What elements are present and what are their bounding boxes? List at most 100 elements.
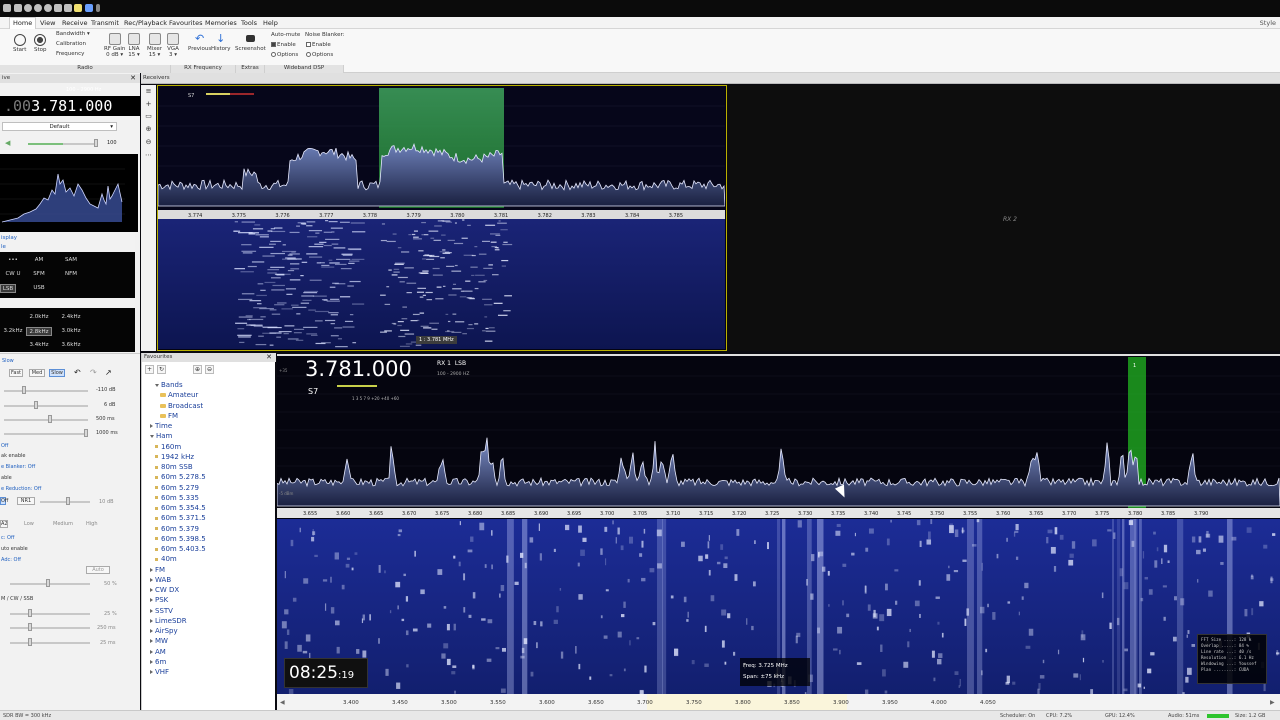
bw-button[interactable]: 3.2kHz: [0, 327, 26, 336]
favourite-item[interactable]: 60m 5.403.5: [155, 545, 206, 553]
redo-icon[interactable]: ↷: [90, 368, 97, 377]
stop-icon[interactable]: [44, 4, 52, 12]
agc-med-button[interactable]: Med: [29, 369, 45, 377]
mode-sam-button[interactable]: SAM: [58, 256, 84, 265]
noise-blanker-checkbox[interactable]: [306, 42, 311, 47]
agc-threshold-slider[interactable]: [4, 390, 88, 392]
undo-icon[interactable]: [85, 4, 93, 12]
main-spectrum-panel[interactable]: 3.655 3.660 3.665 3.670 3.675 3.680 3.685 3.690…: [277, 354, 1280, 696]
menu-memories[interactable]: Memories: [205, 19, 237, 27]
screenshot-button[interactable]: Screenshot: [235, 33, 266, 52]
bw-button[interactable]: 3.6kHz: [58, 341, 84, 350]
scroll-left-icon[interactable]: ◀: [280, 699, 285, 706]
favourite-item[interactable]: 60m 5.398.5: [155, 535, 206, 543]
zoom-out-icon[interactable]: ⊖: [144, 138, 153, 147]
peak-enable[interactable]: ak enable: [1, 453, 26, 459]
add-icon[interactable]: +: [144, 100, 153, 109]
slider-knob[interactable]: [28, 623, 32, 631]
frequency-display[interactable]: .003.781.000: [0, 96, 140, 116]
favourite-item[interactable]: 60m 5.335: [155, 494, 199, 502]
filter-delay-slider[interactable]: [10, 642, 90, 644]
agc-slow-button[interactable]: Slow: [49, 369, 65, 377]
scroll-right-icon[interactable]: ▶: [1270, 699, 1275, 706]
memory-icon[interactable]: [64, 4, 72, 12]
agc-decay-slider[interactable]: [4, 419, 88, 421]
favourite-item[interactable]: 160m: [155, 443, 181, 451]
menu-receive[interactable]: Receive: [62, 19, 87, 27]
favourite-item[interactable]: WAB: [150, 576, 171, 584]
favourite-item[interactable]: 1942 kHz: [155, 453, 194, 461]
left-scrollbar[interactable]: [135, 232, 140, 352]
noise-blanker-enable[interactable]: able: [1, 475, 12, 481]
favourite-item[interactable]: CW DX: [150, 586, 179, 594]
notch-auto-enable[interactable]: uto enable: [1, 546, 28, 552]
mode-am-button[interactable]: AM: [26, 256, 52, 265]
favourite-item[interactable]: Bands: [155, 381, 183, 389]
refresh-icon[interactable]: ↻: [157, 365, 166, 374]
menu-home[interactable]: Home: [9, 17, 37, 29]
volume-knob[interactable]: [94, 139, 98, 147]
start-button[interactable]: Start: [13, 34, 26, 53]
mode-button[interactable]: •••: [0, 256, 26, 265]
menu-view[interactable]: View: [40, 19, 55, 27]
filter-slider[interactable]: [10, 613, 90, 615]
style-menu[interactable]: Style: [1260, 19, 1276, 27]
zoom-in-icon[interactable]: ⊕: [144, 125, 153, 134]
nr-off-button[interactable]: Off: [0, 497, 8, 505]
favourite-item[interactable]: AirSpy: [150, 627, 178, 635]
favourite-item[interactable]: Time: [150, 422, 172, 430]
menu-tools[interactable]: Tools: [241, 19, 257, 27]
nr-medium-option[interactable]: Medium: [53, 521, 73, 527]
nr-level-slider[interactable]: [40, 501, 90, 503]
zoom-out-icon[interactable]: ⊖: [205, 365, 214, 374]
lna-button[interactable]: LNA 15 ▾: [128, 33, 140, 58]
agc-fast-button[interactable]: Fast: [9, 369, 23, 377]
favourite-item[interactable]: 80m SSB: [155, 463, 193, 471]
favourite-item[interactable]: MW: [150, 637, 168, 645]
mode-lsb-button[interactable]: LSB: [0, 284, 16, 293]
mode-usb-button[interactable]: USB: [26, 284, 52, 293]
nr-low-option[interactable]: Low: [24, 521, 34, 527]
quick-access-icon[interactable]: [14, 4, 22, 12]
zoom-in-icon[interactable]: ⊕: [193, 365, 202, 374]
percentage-slider[interactable]: [10, 583, 90, 585]
menu-icon[interactable]: ≡: [144, 87, 153, 96]
calibration-button[interactable]: Calibration: [56, 41, 86, 47]
slider-knob[interactable]: [48, 415, 52, 423]
favourite-item[interactable]: 6m: [150, 658, 166, 666]
frequency-button[interactable]: Frequency: [56, 51, 84, 57]
mode-cwu-button[interactable]: CW U: [0, 270, 26, 279]
filter-time-slider[interactable]: [10, 627, 90, 629]
favourite-item[interactable]: FM: [160, 412, 178, 420]
favourite-item[interactable]: 60m 5.379: [155, 525, 199, 533]
auto-button[interactable]: Auto: [86, 566, 110, 574]
slider-knob[interactable]: [22, 386, 26, 394]
noise-blanker-options[interactable]: Options: [306, 52, 333, 58]
menu-transmit[interactable]: Transmit: [91, 19, 119, 27]
bw-button[interactable]: 3.0kHz: [58, 327, 84, 336]
menu-rec-playback[interactable]: Rec/Playback: [124, 19, 167, 27]
preset-dropdown[interactable]: Default ▾: [2, 122, 117, 131]
auto-mute-options[interactable]: Options: [271, 52, 298, 58]
slider-knob[interactable]: [66, 497, 70, 505]
auto-mute-checkbox[interactable]: [271, 42, 276, 47]
rx1-display[interactable]: 3.774 3.775 3.776 3.777 3.778 3.779 3.780 3.781…: [157, 85, 727, 351]
slider-knob[interactable]: [28, 609, 32, 617]
favourite-item[interactable]: 60m 5.371.5: [155, 514, 206, 522]
stop-button[interactable]: Stop: [34, 34, 47, 53]
slider-knob[interactable]: [84, 429, 88, 437]
menu-help[interactable]: Help: [263, 19, 278, 27]
favourite-item[interactable]: FM: [150, 566, 165, 574]
speaker-icon[interactable]: ◀: [5, 139, 10, 147]
mode-sfm-button[interactable]: SFM: [26, 270, 52, 279]
noise-blanker-enable[interactable]: Enable: [306, 42, 331, 48]
graph-icon[interactable]: ↗: [105, 368, 112, 377]
favourite-item[interactable]: VHF: [150, 668, 169, 676]
bw-button[interactable]: 2.4kHz: [58, 313, 84, 322]
favourite-item[interactable]: 60m 5.279: [155, 484, 199, 492]
wideband-scale[interactable]: 3.400 3.450 3.500 3.550 3.600 3.650 3.700 3.750…: [277, 694, 1280, 710]
favourite-item[interactable]: PSK: [150, 596, 168, 604]
favourite-item[interactable]: Amateur: [160, 391, 198, 399]
previous-button[interactable]: ↶ Previous: [188, 33, 211, 53]
bw-button-selected[interactable]: 2.8kHz: [26, 327, 52, 336]
